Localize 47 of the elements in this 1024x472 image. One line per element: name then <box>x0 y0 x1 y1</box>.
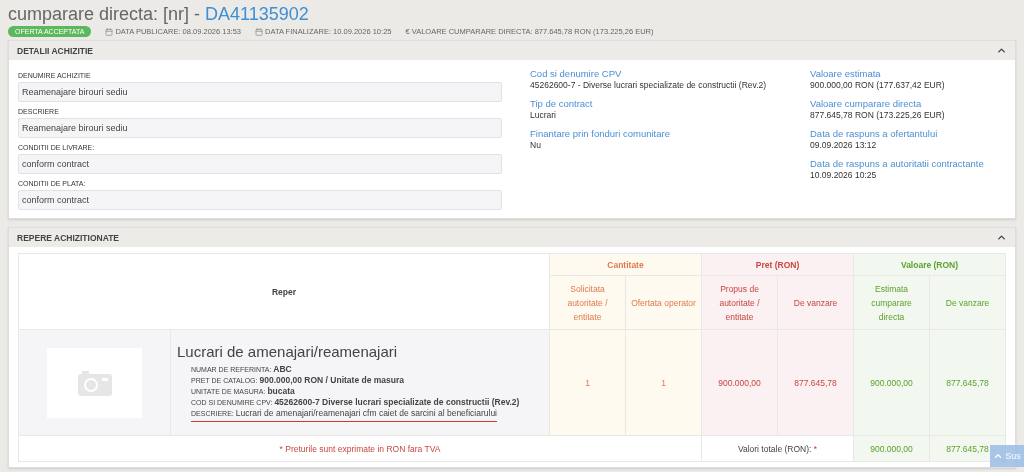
camera-icon <box>77 369 112 396</box>
totals-label: Valori totale (RON): * <box>701 435 854 462</box>
chevron-up-icon[interactable] <box>996 232 1007 243</box>
group-header: Pret (RON) <box>701 253 854 276</box>
table-cell: 1 <box>625 329 702 436</box>
panel-title: DETALII ACHIZITIE <box>17 45 94 56</box>
text-field[interactable]: conform contract <box>18 190 502 210</box>
column-header: Solicitata autoritate / entitate <box>549 275 626 330</box>
text-field[interactable]: Reamenajare birouri sediu <box>18 118 502 138</box>
group-header: Valoare (RON) <box>853 253 1006 276</box>
table-cell: 1 <box>549 329 626 436</box>
column-header: De vanzare <box>929 275 1006 330</box>
panel-title: REPERE ACHIZITIONATE <box>17 232 119 243</box>
column-header: Propus de autoritate / entitate <box>701 275 778 330</box>
info-label: Data de raspuns a autoritatii contractante <box>810 158 985 169</box>
column-header: De vanzare <box>777 275 854 330</box>
text-field[interactable]: conform contract <box>18 154 502 174</box>
info-value: 45262600-7 - Diverse lucrari specializate de constructii (Rev.2) <box>530 79 768 92</box>
total-cell: 900.000,00 <box>853 435 930 462</box>
column-header: Estimata cumparare directa <box>853 275 930 330</box>
chevron-up-icon <box>993 451 1004 461</box>
info-label: Finantare prin fonduri comunitare <box>530 128 671 139</box>
info-value: Lucrari <box>530 109 557 122</box>
info-value: 09.09.2026 13:12 <box>810 139 878 152</box>
info-label: Valoare cumparare directa <box>810 98 923 109</box>
table-cell: 877.645,78 <box>929 329 1006 436</box>
calendar-icon <box>105 27 114 36</box>
column-header: Ofertata operator <box>625 275 702 330</box>
info-value: 10.09.2026 10:25 <box>810 169 878 182</box>
info-value: Nu <box>530 139 542 152</box>
table-cell: 900.000,00 <box>701 329 778 436</box>
price-note: * Preturile sunt exprimate in RON fara TVA <box>18 435 702 462</box>
info-label: Tip de contract <box>530 98 594 109</box>
info-label: Valoare estimata <box>810 68 882 79</box>
table-cell: 877.645,78 <box>777 329 854 436</box>
calendar-icon <box>255 27 263 36</box>
page-title: cumparare directa: [nr] - DA41135902 <box>8 3 310 25</box>
chevron-up-icon[interactable] <box>996 45 1007 56</box>
info-label: Data de raspuns a ofertantului <box>810 128 939 139</box>
column-header: Reper <box>18 253 550 330</box>
table-cell: 900.000,00 <box>853 329 930 436</box>
group-header: Cantitate <box>549 253 702 276</box>
info-value: 900.000,00 RON (177.637,42 EUR) <box>810 79 946 92</box>
item-name: Lucrari de amenajari/reamenajari <box>177 343 399 360</box>
info-value: 877.645,78 RON (173.225,26 EUR) <box>810 109 946 122</box>
info-label: Cod si denumire CPV <box>530 68 623 79</box>
text-field[interactable]: Reamenajare birouri sediu <box>18 82 502 102</box>
